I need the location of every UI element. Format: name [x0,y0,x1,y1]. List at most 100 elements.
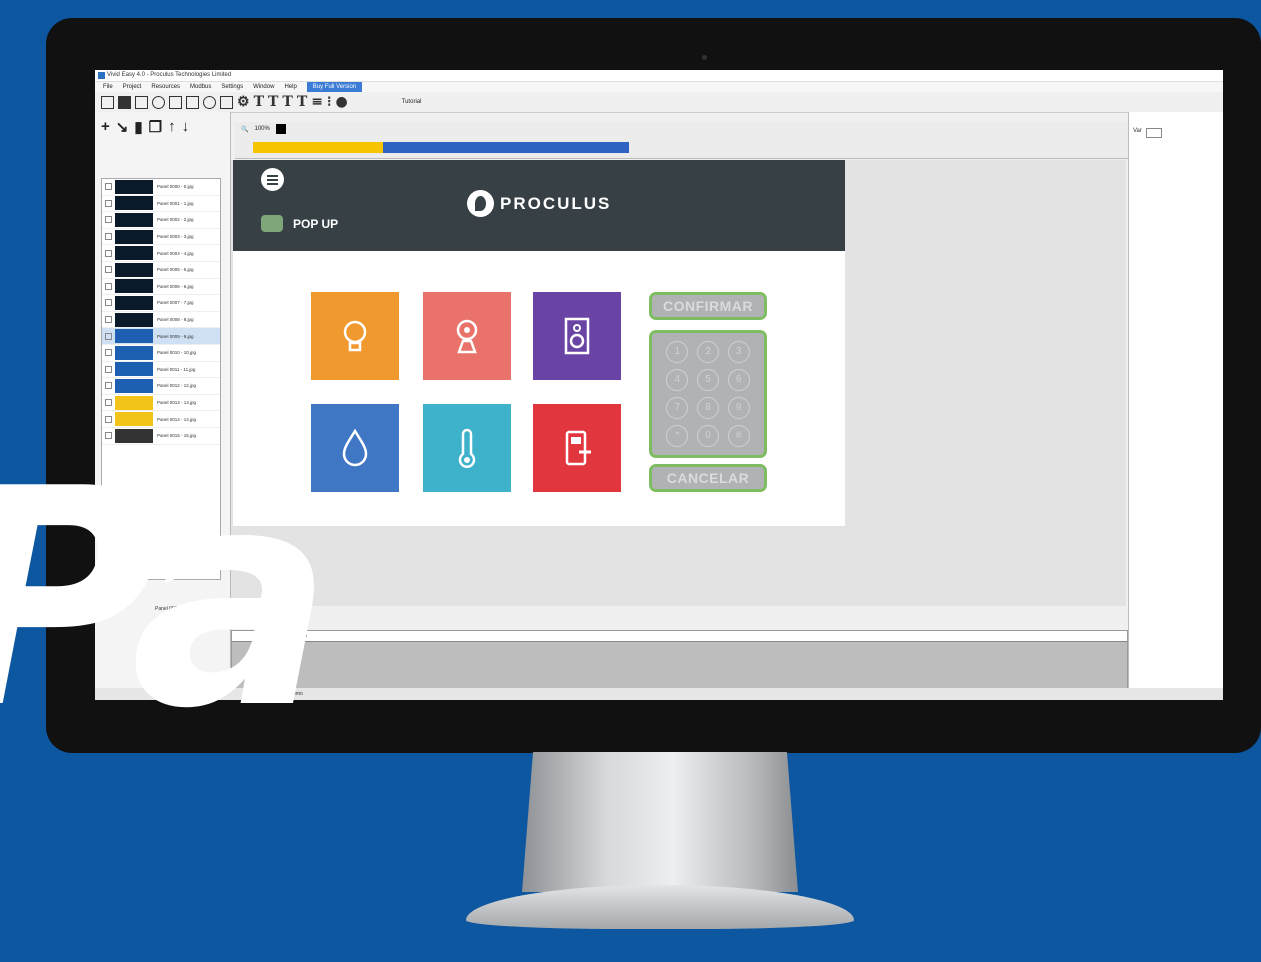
app-icon [98,72,105,79]
tutorial-link[interactable]: Tutorial [402,99,422,105]
list-item[interactable]: Panel 0013 - 13.jpg [102,395,220,412]
thermometer-icon [458,428,476,468]
settings-icon[interactable] [203,95,216,109]
brand-name: PROCULUS [500,193,612,213]
water-drop-icon [342,428,368,467]
menu-file[interactable]: File [103,82,113,92]
copy-icon[interactable]: ❐ [149,118,162,152]
key-star[interactable]: * [666,425,689,447]
brand: PROCULUS [467,190,611,217]
lamp-icon [343,320,367,352]
property-input[interactable] [1145,128,1162,138]
list-item[interactable]: Panel 0008 - 8.jpg [102,312,220,329]
zoom-icon[interactable]: 🔍 [241,126,248,133]
menu-window[interactable]: Window [253,82,274,92]
key-9[interactable]: 9 [727,397,750,419]
save-icon[interactable] [135,95,148,109]
output-header: Description [232,631,1127,642]
key-0[interactable]: 0 [696,425,719,447]
menu-project[interactable]: Project [123,82,142,92]
camera-dot [702,55,707,60]
key-1[interactable]: 1 [666,341,689,363]
power-icon[interactable] [152,95,165,109]
list-item[interactable]: Panel 0001 - 1.jpg [102,196,220,213]
menu-icon[interactable] [261,168,284,191]
property-field: Var [1133,128,1162,138]
key-3[interactable]: 3 [727,341,750,363]
download-icon[interactable] [169,95,182,109]
add-icon[interactable]: + [101,118,110,152]
arrow-down-icon[interactable]: ↓ [182,118,190,152]
list-icon[interactable] [220,95,233,109]
editor-toolbar: 🔍 100% [235,122,1130,159]
speaker-tile[interactable] [533,292,621,380]
main-toolbar: ⚙ T T T T ≡ ⁝ ● Tutorial [95,92,1223,113]
text-time-icon[interactable]: T [282,95,292,109]
menu-help[interactable]: Help [284,82,296,92]
properties-panel: Var [1128,112,1223,700]
delete-icon[interactable]: ▮ [134,118,142,152]
lamp-tile[interactable] [311,292,399,380]
menu-bar: File Project Resources Modbus Settings W… [95,82,1223,92]
arrow-up-icon[interactable]: ↑ [168,118,176,152]
output-panel: Description [231,630,1128,690]
list-item[interactable]: Panel 0010 - 10.jpg [102,345,220,362]
list-item[interactable]: Panel 0003 - 3.jpg [102,229,220,246]
speaker-icon [564,317,590,355]
title-bar: Vivid Easy 4.0 - Proculus Technologies L… [95,70,1223,82]
bell-icon[interactable]: ● [335,95,347,109]
key-6[interactable]: 6 [727,369,750,391]
sidebar-tools: + ↘ ▮ ❐ ↑ ↓ [95,112,230,158]
menu-modbus[interactable]: Modbus [190,82,211,92]
key-hash[interactable]: # [727,425,750,447]
move-icon[interactable]: ↘ [116,118,129,152]
monitor-stand [522,752,798,892]
text-variable-icon[interactable]: T [268,95,278,109]
upload-icon[interactable] [186,95,199,109]
gear-icon[interactable]: ⚙ [237,95,250,109]
list-item[interactable]: Panel 0004 - 4.jpg [102,245,220,262]
hmi-header: PROCULUS POP UP [233,160,845,251]
text-icon[interactable]: T [254,95,264,109]
key-8[interactable]: 8 [696,397,719,419]
zoom-level[interactable]: 100% [254,126,269,132]
list-item[interactable]: Panel 0006 - 6.jpg [102,279,220,296]
key-2[interactable]: 2 [696,341,719,363]
popup-label: POP UP [293,216,339,231]
key-4[interactable]: 4 [666,369,689,391]
text-date-icon[interactable]: T [297,95,307,109]
editor-canvas: PROCULUS POP UP CONFIRMAR 1 2 3 4 5 6 7 … [231,160,1126,606]
key-5[interactable]: 5 [696,369,719,391]
menu-resources[interactable]: Resources [151,82,180,92]
open-folder-icon[interactable] [118,95,131,109]
window-title: Vivid Easy 4.0 - Proculus Technologies L… [107,72,232,78]
list-item[interactable]: Panel 0011 - 11.jpg [102,362,220,379]
popup-button[interactable]: POP UP [261,215,338,232]
list-item[interactable]: Panel 0002 - 2.jpg [102,212,220,229]
door-lock-tile[interactable] [533,404,621,492]
color-swatch[interactable] [275,124,286,134]
camera-icon [456,319,478,354]
list-item[interactable]: Panel 0005 - 5.jpg [102,262,220,279]
menu-buy[interactable]: Buy Full Version [306,82,363,92]
new-file-icon[interactable] [101,95,114,109]
confirm-button[interactable]: CONFIRMAR [649,292,767,320]
grid-icon[interactable]: ⁝ [327,95,331,109]
key-7[interactable]: 7 [666,397,689,419]
widget-toolbar[interactable] [253,142,629,153]
menu-settings[interactable]: Settings [221,82,243,92]
overlay-text: Pa [0,425,333,774]
thermometer-tile[interactable] [423,404,511,492]
door-lock-icon [565,430,591,466]
list-item[interactable]: Panel 0007 - 7.jpg [102,295,220,312]
list-item[interactable]: Panel 0009 - 9.jpg [102,328,220,345]
property-label: Var [1133,128,1142,134]
cancel-button[interactable]: CANCELAR [649,464,767,492]
numeric-keypad: 1 2 3 4 5 6 7 8 9 * 0 # [649,330,767,458]
list-item[interactable]: Panel 0012 - 12.jpg [102,378,220,395]
water-tile[interactable] [311,404,399,492]
camera-tile[interactable] [423,292,511,380]
list-lines-icon[interactable]: ≡ [311,95,323,109]
list-item[interactable]: Panel 0000 - 0.jpg [102,179,220,196]
hmi-screen[interactable]: PROCULUS POP UP CONFIRMAR 1 2 3 4 5 6 7 … [233,160,845,526]
